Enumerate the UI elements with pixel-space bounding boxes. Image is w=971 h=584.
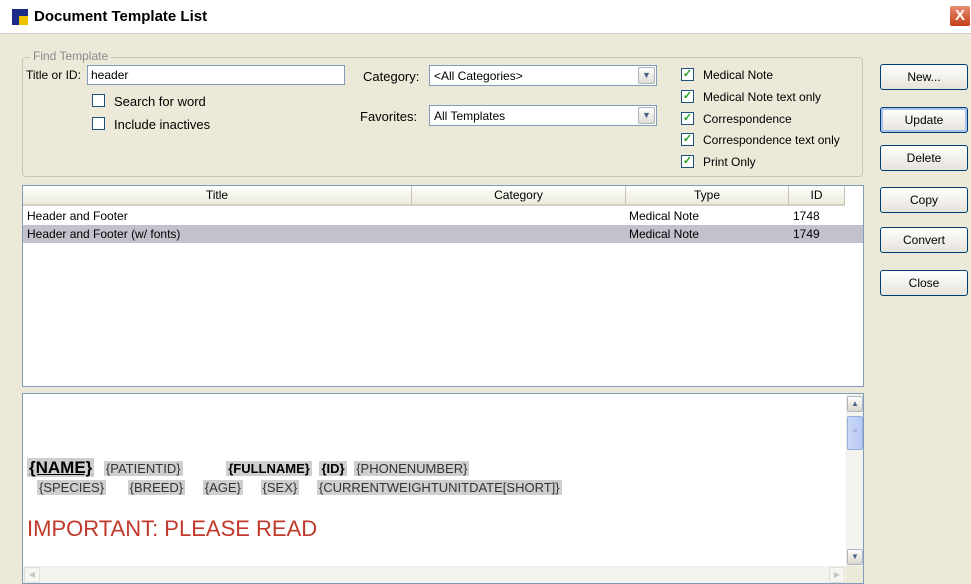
type-correspondence-label: Correspondence	[703, 112, 792, 126]
row-type: Medical Note	[629, 227, 700, 241]
favorites-value: All Templates	[434, 109, 506, 123]
placeholder-breed: {BREED}	[127, 480, 186, 495]
row-id: 1749	[793, 227, 820, 241]
close-window-button[interactable]: X	[949, 5, 971, 27]
placeholder-fullname: {FULLNAME}	[226, 461, 312, 476]
table-row[interactable]: Header and Footer (w/ fonts) Medical Not…	[23, 225, 863, 243]
row-title: Header and Footer	[27, 209, 128, 223]
delete-button[interactable]: Delete	[880, 145, 968, 171]
scroll-up-icon[interactable]: ▲	[847, 396, 863, 412]
update-button[interactable]: Update	[880, 107, 968, 133]
title-bar: Document Template List X	[0, 0, 971, 34]
row-title: Header and Footer (w/ fonts)	[27, 227, 181, 241]
type-correspondence-text-only-checkbox[interactable]: ✓	[681, 133, 694, 146]
template-list[interactable]: Title Category Type ID Header and Footer…	[22, 185, 864, 387]
scroll-left-icon[interactable]: ◀	[24, 567, 40, 583]
preview-vertical-scrollbar[interactable]: ▲ ≡ ▼	[846, 394, 863, 567]
placeholder-species: {SPECIES}	[37, 480, 107, 495]
chevron-down-icon[interactable]: ▼	[638, 107, 655, 124]
column-header-id[interactable]: ID	[789, 186, 845, 206]
copy-button[interactable]: Copy	[880, 187, 968, 213]
window-title: Document Template List	[34, 8, 208, 25]
scrollbar-corner	[846, 566, 863, 583]
type-print-only-checkbox[interactable]: ✓	[681, 155, 694, 168]
favorites-label: Favorites:	[360, 109, 418, 124]
type-medical-note-label: Medical Note	[703, 68, 774, 82]
preview-horizontal-scrollbar[interactable]: ◀ ▶	[23, 566, 846, 583]
chevron-down-icon[interactable]: ▼	[638, 67, 655, 84]
type-medical-note-text-only-label: Medical Note text only	[703, 90, 822, 104]
app-icon	[12, 9, 28, 25]
placeholder-patientid: {PATIENTID}	[103, 461, 183, 476]
close-button[interactable]: Close	[880, 270, 968, 296]
close-icon: X	[954, 7, 965, 24]
title-or-id-input[interactable]: header	[87, 65, 345, 85]
important-notice: IMPORTANT: PLEASE READ	[27, 516, 318, 541]
category-label: Category:	[363, 69, 420, 84]
placeholder-age: {AGE}	[202, 480, 243, 495]
include-inactives-label: Include inactives	[114, 117, 211, 132]
type-medical-note-text-only-checkbox[interactable]: ✓	[681, 90, 694, 103]
row-type: Medical Note	[629, 209, 700, 223]
placeholder-id: {ID}	[319, 461, 347, 476]
placeholder-currentweight: {CURRENTWEIGHTUNITDATE[SHORT]}	[316, 480, 562, 495]
search-for-word-label: Search for word	[114, 94, 206, 109]
template-preview[interactable]: {NAME} {PATIENTID} {FULLNAME} {ID} {PHON…	[22, 393, 864, 584]
category-select[interactable]: <All Categories> ▼	[429, 65, 657, 86]
placeholder-sex: {SEX}	[260, 480, 300, 495]
scroll-right-icon[interactable]: ▶	[829, 567, 845, 583]
preview-line-1: {NAME} {PATIENTID} {FULLNAME} {ID} {PHON…	[27, 458, 470, 478]
placeholder-phonenumber: {PHONENUMBER}	[354, 461, 470, 476]
type-medical-note-checkbox[interactable]: ✓	[681, 68, 694, 81]
scroll-down-icon[interactable]: ▼	[847, 549, 863, 565]
favorites-select[interactable]: All Templates ▼	[429, 105, 657, 126]
column-header-title[interactable]: Title	[23, 186, 412, 206]
preview-line-2: {SPECIES} {BREED} {AGE} {SEX} {CURRENTWE…	[37, 480, 562, 495]
row-id: 1748	[793, 209, 820, 223]
dialog-body: Find Template Title or ID: header Search…	[0, 34, 971, 584]
convert-button[interactable]: Convert	[880, 227, 968, 253]
search-for-word-checkbox[interactable]	[92, 94, 105, 107]
type-correspondence-checkbox[interactable]: ✓	[681, 112, 694, 125]
new-button[interactable]: New...	[880, 64, 968, 90]
include-inactives-checkbox[interactable]	[92, 117, 105, 130]
type-print-only-label: Print Only	[703, 155, 756, 169]
find-template-legend: Find Template	[30, 49, 112, 63]
column-header-type[interactable]: Type	[626, 186, 789, 206]
template-list-header: Title Category Type ID	[23, 186, 863, 206]
table-row[interactable]: Header and Footer Medical Note 1748	[23, 207, 863, 225]
category-value: <All Categories>	[434, 69, 523, 83]
type-correspondence-text-only-label: Correspondence text only	[703, 133, 840, 147]
title-or-id-label: Title or ID:	[26, 68, 81, 82]
placeholder-name: {NAME}	[27, 458, 95, 477]
column-header-category[interactable]: Category	[412, 186, 626, 206]
scroll-thumb[interactable]: ≡	[847, 416, 863, 450]
